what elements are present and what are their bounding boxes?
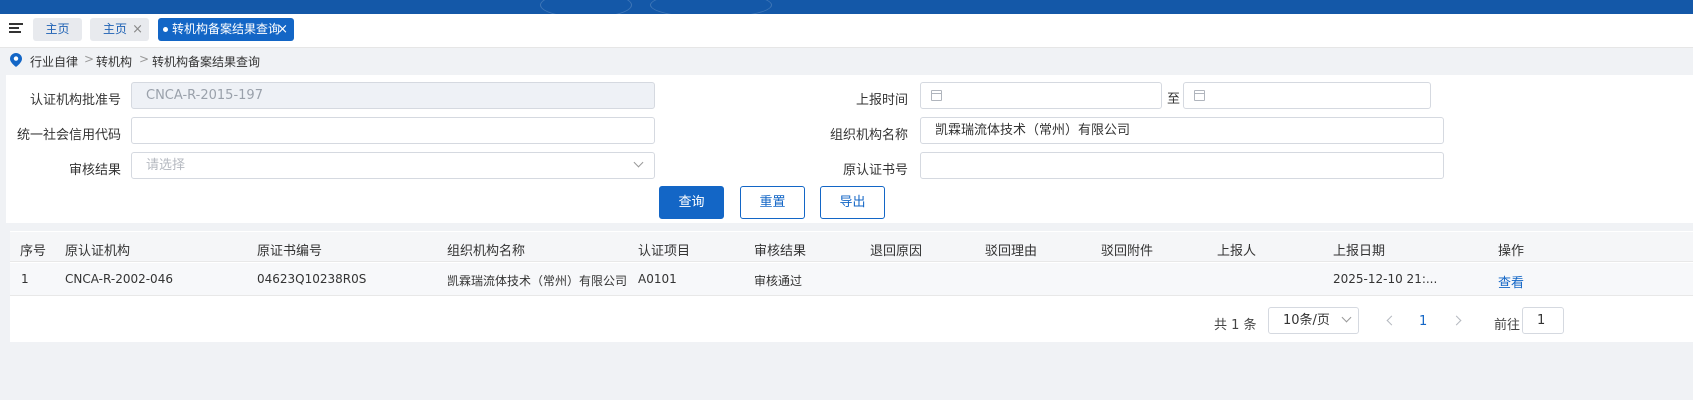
cell-orig-org: CNCA-R-2002-046: [65, 272, 173, 286]
column-header: 上报人: [1217, 244, 1257, 259]
cert-no-input: CNCA-R-2015-197: [131, 82, 655, 109]
review-result-placeholder: 请选择: [146, 158, 186, 173]
chevron-down-icon: [633, 157, 644, 168]
orig-cert-no-input[interactable]: [920, 152, 1444, 179]
calendar-icon: [1194, 90, 1205, 101]
cert-no-label: 认证机构批准号: [29, 93, 121, 108]
column-header: 组织机构名称: [447, 244, 526, 259]
breadcrumb-sep: >: [139, 52, 150, 66]
results-table: 序号 原认证机构 原证书编号 组织机构名称 认证项目 审核结果 退回原因 驳回理…: [10, 231, 1693, 342]
tab-home-2[interactable]: 主页 ×: [90, 18, 149, 41]
top-header-bar: [0, 0, 1693, 14]
column-header: 驳回附件: [1101, 244, 1154, 259]
filter-panel: 认证机构批准号 CNCA-R-2015-197 统一社会信用代码 审核结果 请选…: [6, 75, 1693, 223]
orig-cert-no-label: 原认证书号: [842, 163, 908, 178]
report-time-end[interactable]: [1183, 82, 1431, 109]
chevron-down-icon: [1341, 312, 1352, 323]
breadcrumb: 行业自律 > 转机构 > 转机构备案结果查询: [0, 48, 1693, 73]
tab-close-icon[interactable]: ×: [132, 18, 143, 41]
view-link[interactable]: 查看: [1498, 272, 1524, 291]
breadcrumb-item-industry[interactable]: 行业自律: [30, 53, 78, 70]
active-dot-icon: [163, 27, 168, 32]
column-header: 驳回理由: [985, 244, 1038, 259]
calendar-icon: [931, 90, 942, 101]
column-header: 操作: [1498, 244, 1525, 259]
cell-org-name: 凯霖瑞流体技术（常州）有限公司: [447, 274, 628, 288]
table-header: 序号 原认证机构 原证书编号 组织机构名称 认证项目 审核结果 退回原因 驳回理…: [10, 232, 1693, 262]
breadcrumb-item-transfer[interactable]: 转机构: [96, 53, 132, 70]
cell-review-result: 审核通过: [754, 274, 803, 288]
table-row: 1 CNCA-R-2002-046 04623Q10238R0S 凯霖瑞流体技术…: [10, 263, 1693, 296]
query-button[interactable]: 查询: [659, 186, 724, 219]
cell-seq: 1: [21, 272, 29, 286]
org-name-label: 组织机构名称: [829, 128, 908, 143]
column-header: 序号: [20, 244, 47, 259]
tab-label: 主页: [45, 22, 70, 36]
breadcrumb-sep: >: [84, 52, 95, 66]
reset-button[interactable]: 重置: [740, 186, 805, 219]
page-size-value: 10条/页: [1283, 313, 1330, 328]
report-time-start[interactable]: [920, 82, 1162, 109]
location-pin-icon: [10, 53, 22, 67]
export-button[interactable]: 导出: [820, 186, 885, 219]
tab-close-icon[interactable]: ×: [277, 18, 288, 41]
column-header: 上报日期: [1333, 244, 1386, 259]
review-result-select[interactable]: 请选择: [131, 152, 655, 179]
page-number[interactable]: 1: [1419, 314, 1427, 329]
column-header: 原认证机构: [65, 244, 131, 259]
tabs-bar: 主页 主页 × 转机构备案结果查询 ×: [0, 14, 1693, 48]
prev-page-icon[interactable]: [1386, 315, 1397, 326]
credit-code-label: 统一社会信用代码: [16, 128, 121, 143]
tab-home[interactable]: 主页: [33, 18, 82, 41]
tab-transfer-result-query[interactable]: 转机构备案结果查询 ×: [158, 18, 294, 41]
page-size-select[interactable]: 10条/页: [1268, 307, 1359, 334]
tab-label: 主页: [103, 22, 128, 36]
org-name-input[interactable]: 凯霖瑞流体技术（常州）有限公司: [920, 117, 1444, 144]
cell-orig-cert-no: 04623Q10238R0S: [257, 272, 367, 286]
pagination-total: 共 1 条: [1214, 318, 1257, 333]
column-header: 原证书编号: [257, 244, 323, 259]
tab-label: 转机构备案结果查询: [172, 22, 281, 36]
column-header: 审核结果: [754, 244, 807, 259]
report-time-label: 上报时间: [855, 93, 908, 108]
credit-code-input[interactable]: [131, 117, 655, 144]
cell-cert-item: A0101: [638, 272, 677, 286]
date-range-separator: 至: [1167, 92, 1181, 107]
menu-toggle-icon[interactable]: [9, 23, 23, 35]
jump-label: 前往: [1494, 318, 1521, 333]
next-page-icon[interactable]: [1451, 315, 1462, 326]
breadcrumb-item-current: 转机构备案结果查询: [152, 55, 261, 69]
cell-report-date: 2025-12-10 21:...: [1333, 272, 1438, 286]
column-header: 退回原因: [870, 244, 923, 259]
jump-page-input[interactable]: 1: [1522, 307, 1564, 334]
review-result-label: 审核结果: [68, 163, 121, 178]
column-header: 认证项目: [638, 244, 691, 259]
